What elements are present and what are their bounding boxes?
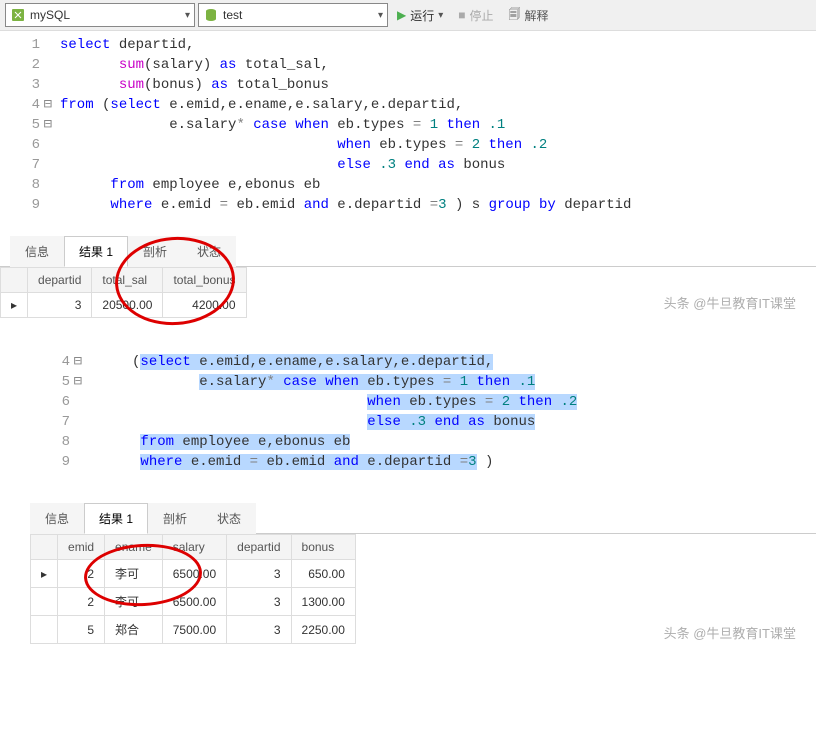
code-line[interactable]: where e.emid = eb.emid and e.departid =3… [60, 195, 816, 215]
code-line[interactable]: where e.emid = eb.emid and e.departid =3… [90, 452, 816, 472]
cell[interactable]: 1300.00 [291, 588, 355, 616]
database-dropdown[interactable]: test ▾ [198, 3, 388, 27]
current-row-marker: ▸ [1, 293, 28, 318]
tab-info[interactable]: 信息 [10, 236, 64, 267]
table-row[interactable]: 2 李可 6500.00 3 1300.00 [31, 588, 356, 616]
result-table-2: emid ename salary departid bonus ▸ 2 李可 … [30, 534, 356, 644]
result-section-2: 信息 结果 1 剖析 状态 emid ename salary departid… [30, 502, 816, 644]
cell[interactable]: 6500.00 [162, 588, 226, 616]
chevron-down-icon: ▾ [378, 10, 383, 21]
tab-result1[interactable]: 结果 1 [64, 236, 128, 267]
code-line[interactable]: from employee e,ebonus eb [60, 175, 816, 195]
col-ename[interactable]: ename [105, 535, 163, 560]
code-line[interactable]: sum(salary) as total_sal, [60, 55, 816, 75]
tab-info[interactable]: 信息 [30, 503, 84, 534]
toolbar: mySQL ▾ test ▾ ▶ 运行 ▾ ■ 停止 🗐 解释 [0, 0, 816, 31]
stop-label: 停止 [470, 7, 494, 24]
table-row[interactable]: ▸ 2 李可 6500.00 3 650.00 [31, 560, 356, 588]
code-line[interactable]: select departid, [60, 35, 816, 55]
cell[interactable]: 4200.00 [163, 293, 246, 318]
table-row[interactable]: ▸ 3 20500.00 4200.00 [1, 293, 247, 318]
cell[interactable]: 郑合 [105, 616, 163, 644]
tab-result1[interactable]: 结果 1 [84, 503, 148, 534]
result-tabs: 信息 结果 1 剖析 状态 [30, 502, 816, 534]
cell[interactable]: 7500.00 [162, 616, 226, 644]
col-departid[interactable]: departid [28, 268, 92, 293]
tab-profile[interactable]: 剖析 [148, 503, 202, 534]
code-line[interactable]: from (select e.emid,e.ename,e.salary,e.d… [60, 95, 816, 115]
col-salary[interactable]: salary [162, 535, 226, 560]
tab-status[interactable]: 状态 [182, 236, 236, 267]
cell[interactable]: 5 [58, 616, 105, 644]
panel-2: 4⊟5⊟6 7 8 9 (select e.emid,e.ename,e.sal… [0, 348, 816, 644]
code-area[interactable]: select departid, sum(salary) as total_sa… [60, 35, 816, 215]
watermark: 头条 @牛旦教育IT课堂 [664, 293, 796, 312]
cell[interactable]: 2250.00 [291, 616, 355, 644]
code-line[interactable]: when eb.types = 2 then .2 [90, 392, 816, 412]
cell[interactable]: 20500.00 [92, 293, 163, 318]
row-marker: ▸ [31, 560, 58, 588]
col-bonus[interactable]: bonus [291, 535, 355, 560]
code-line[interactable]: e.salary* case when eb.types = 1 then .1 [90, 372, 816, 392]
explain-label: 解释 [525, 7, 549, 24]
connection-dropdown[interactable]: mySQL ▾ [5, 3, 195, 27]
col-total-bonus[interactable]: total_bonus [163, 268, 246, 293]
line-gutter: 1 2 3 4⊟5⊟6 7 8 9 [0, 35, 60, 215]
cell[interactable]: 6500.00 [162, 560, 226, 588]
row-marker-header [1, 268, 28, 293]
tab-profile[interactable]: 剖析 [128, 236, 182, 267]
cell[interactable]: 3 [227, 588, 291, 616]
connection-label: mySQL [30, 8, 70, 22]
cell[interactable]: 李可 [105, 588, 163, 616]
tab-status[interactable]: 状态 [202, 503, 256, 534]
result-tabs: 信息 结果 1 剖析 状态 [0, 235, 816, 267]
cell[interactable]: 李可 [105, 560, 163, 588]
sql-editor-2[interactable]: 4⊟5⊟6 7 8 9 (select e.emid,e.ename,e.sal… [30, 348, 816, 502]
cell[interactable]: 3 [28, 293, 92, 318]
explain-button[interactable]: 🗐 解释 [503, 3, 555, 27]
run-button[interactable]: ▶ 运行 ▾ [391, 3, 449, 27]
explain-icon: 🗐 [509, 5, 521, 26]
stop-icon: ■ [458, 8, 465, 22]
database-label: test [223, 8, 242, 22]
watermark: 头条 @牛旦教育IT课堂 [664, 623, 796, 642]
code-line[interactable]: else .3 end as bonus [90, 412, 816, 432]
cell[interactable]: 650.00 [291, 560, 355, 588]
result-table-1: departid total_sal total_bonus ▸ 3 20500… [0, 267, 247, 318]
stop-button[interactable]: ■ 停止 [452, 3, 499, 27]
code-line[interactable]: when eb.types = 2 then .2 [60, 135, 816, 155]
line-gutter: 4⊟5⊟6 7 8 9 [30, 352, 90, 472]
code-area[interactable]: (select e.emid,e.ename,e.salary,e.depart… [90, 352, 816, 472]
col-total-sal[interactable]: total_sal [92, 268, 163, 293]
table-row[interactable]: 5 郑合 7500.00 3 2250.00 [31, 616, 356, 644]
result-section-1: 信息 结果 1 剖析 状态 departid total_sal total_b… [0, 235, 816, 318]
database-icon [203, 7, 219, 23]
row-marker [31, 616, 58, 644]
run-label: 运行 [410, 7, 434, 24]
cell[interactable]: 3 [227, 616, 291, 644]
cell[interactable]: 2 [58, 588, 105, 616]
play-icon: ▶ [397, 8, 406, 22]
code-line[interactable]: e.salary* case when eb.types = 1 then .1 [60, 115, 816, 135]
dropdown-arrow-icon: ▾ [438, 10, 443, 21]
chevron-down-icon: ▾ [185, 10, 190, 21]
code-line[interactable]: from employee e,ebonus eb [90, 432, 816, 452]
code-line[interactable]: (select e.emid,e.ename,e.salary,e.depart… [90, 352, 816, 372]
col-emid[interactable]: emid [58, 535, 105, 560]
row-marker-header [31, 535, 58, 560]
cell[interactable]: 3 [227, 560, 291, 588]
col-departid[interactable]: departid [227, 535, 291, 560]
cell[interactable]: 2 [58, 560, 105, 588]
code-line[interactable]: sum(bonus) as total_bonus [60, 75, 816, 95]
row-marker [31, 588, 58, 616]
connection-icon [10, 7, 26, 23]
code-line[interactable]: else .3 end as bonus [60, 155, 816, 175]
sql-editor-1[interactable]: 1 2 3 4⊟5⊟6 7 8 9 select departid, sum(s… [0, 31, 816, 235]
